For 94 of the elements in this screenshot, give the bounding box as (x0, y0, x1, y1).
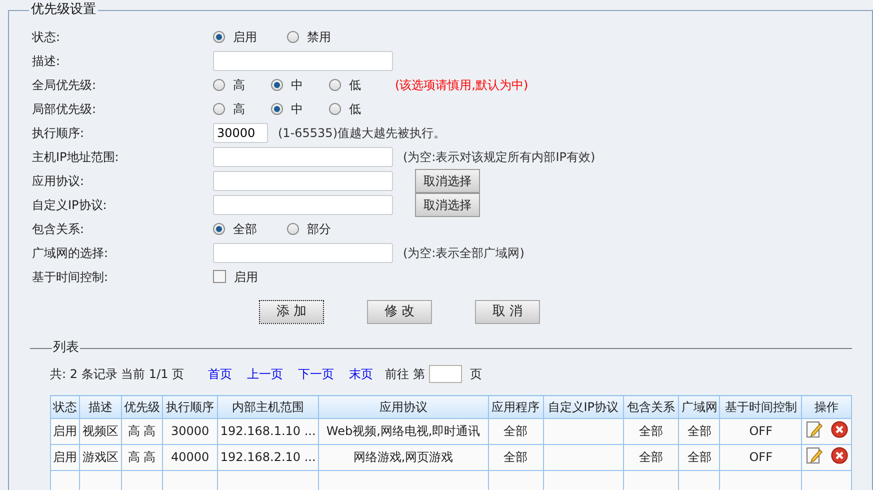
table-cell: 192.168.1.10 ... (218, 418, 318, 444)
hint-text: (为空:表示全部广域网) (403, 246, 524, 260)
radio-label: 中 (291, 78, 303, 92)
checkbox-label: 启用 (234, 270, 258, 284)
column-header: 内部主机范围 (218, 396, 318, 418)
action-button[interactable]: 取 消 (475, 300, 540, 324)
warning-note: (该选项请慎用,默认为中) (395, 78, 528, 92)
table-cell: 全部 (678, 418, 720, 444)
column-header: 描述 (80, 396, 122, 418)
hint-text: (1-65535)值越大越先被执行。 (278, 126, 446, 140)
radio-label: 高 (233, 78, 245, 92)
field-label: 包含关系: (32, 222, 86, 236)
field-label: 状态: (32, 30, 62, 44)
table-cell: 全部 (488, 444, 544, 470)
table-cell: 192.168.2.10 ... (218, 444, 318, 470)
radio-label: 中 (291, 102, 303, 116)
input-field[interactable]: 30000 (213, 123, 268, 143)
delete-icon[interactable] (830, 421, 848, 438)
radio-button[interactable] (213, 102, 225, 115)
table-cell: 全部 (488, 418, 544, 444)
table-cell: 全部 (678, 444, 720, 470)
radio-button[interactable] (287, 222, 299, 235)
table-cell: 视频区 (80, 418, 122, 444)
radio-button[interactable] (329, 102, 341, 115)
radio-button[interactable] (213, 222, 225, 235)
column-header: 包含关系 (623, 396, 679, 418)
section-title: 优先级设置 (29, 2, 98, 18)
column-header: 广域网 (678, 396, 720, 418)
column-header: 自定义IP协议 (543, 396, 624, 418)
field-label: 应用协议: (32, 174, 86, 188)
hint-text: (为空:表示对该规定所有内部IP有效) (403, 150, 596, 164)
field-label: 自定义IP协议: (32, 198, 108, 212)
table-cell: 网络游戏,网页游戏 (318, 444, 488, 470)
column-header: 执行顺序 (162, 396, 218, 418)
column-header: 基于时间控制 (720, 396, 802, 418)
checkbox[interactable] (213, 270, 226, 284)
edit-icon[interactable] (806, 421, 823, 438)
table-cell: 游戏区 (80, 444, 122, 470)
table-cell: 启用 (50, 418, 80, 444)
table-cell: 启用 (50, 444, 80, 470)
page-link[interactable]: 下一页 (298, 366, 334, 382)
radio-label: 低 (349, 102, 361, 116)
field-label: 描述: (32, 54, 62, 68)
table-cell: 高 高 (121, 418, 162, 444)
input-field[interactable] (213, 171, 393, 191)
table-cell: 30000 (162, 418, 218, 444)
radio-button[interactable] (329, 78, 341, 91)
radio-label: 低 (349, 78, 361, 92)
radio-label: 启用 (233, 30, 257, 44)
table-cell: Web视频,网络电视,即时通讯 (318, 418, 488, 444)
radio-button[interactable] (287, 30, 299, 43)
field-label: 局部优先级: (32, 102, 98, 116)
column-header: 应用程序 (488, 396, 544, 418)
clear-button[interactable]: 取消选择 (415, 193, 480, 217)
field-label: 广域网的选择: (32, 246, 110, 260)
column-header: 优先级 (121, 396, 162, 418)
radio-button[interactable] (271, 78, 283, 91)
field-label: 主机IP地址范围: (32, 150, 120, 164)
field-label: 基于时间控制: (32, 270, 110, 284)
table-cell: 全部 (623, 418, 679, 444)
page-input[interactable] (428, 365, 462, 383)
input-field[interactable] (213, 147, 393, 167)
column-header: 应用协议 (318, 396, 488, 418)
radio-label: 部分 (307, 222, 331, 236)
table-cell: OFF (720, 418, 802, 444)
radio-label: 全部 (233, 222, 257, 236)
record-summary: 共: 2 条记录 当前 1/1 页 (50, 366, 184, 382)
goto-label: 前往 第 (385, 366, 425, 382)
action-button[interactable]: 添 加 (259, 300, 324, 324)
input-field[interactable] (213, 243, 393, 263)
radio-label: 禁用 (307, 30, 331, 44)
field-label: 全局优先级: (32, 78, 98, 92)
clear-button[interactable]: 取消选择 (415, 169, 480, 193)
page-suffix: 页 (470, 366, 482, 382)
table-cell: 全部 (623, 444, 679, 470)
page-link[interactable]: 末页 (349, 366, 374, 382)
edit-icon[interactable] (806, 447, 823, 464)
delete-icon[interactable] (830, 447, 848, 464)
input-field[interactable] (213, 195, 393, 215)
field-label: 执行顺序: (32, 126, 86, 140)
input-field[interactable] (213, 51, 393, 71)
column-header: 状态 (50, 396, 80, 418)
radio-label: 高 (233, 102, 245, 116)
radio-button[interactable] (271, 102, 283, 115)
table-cell: OFF (720, 444, 802, 470)
radio-button[interactable] (213, 30, 225, 43)
page-link[interactable]: 首页 (208, 366, 232, 382)
action-button[interactable]: 修 改 (367, 300, 432, 324)
radio-button[interactable] (213, 78, 225, 91)
table-cell: 高 高 (121, 444, 162, 470)
column-header: 操作 (802, 396, 852, 418)
section-title: 列表 (52, 340, 80, 356)
table-cell: 40000 (162, 444, 218, 470)
page-link[interactable]: 上一页 (247, 366, 284, 382)
